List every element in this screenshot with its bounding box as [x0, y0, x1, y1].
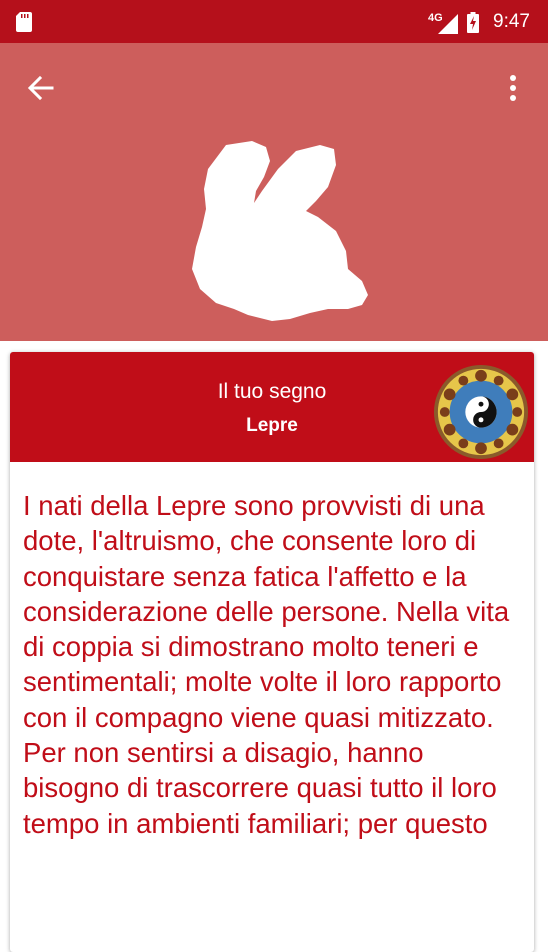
battery-charging-icon: [467, 12, 479, 33]
sign-card: Il tuo segno Lepre I nati della Lepre so…: [10, 352, 534, 952]
clock: 9:47: [493, 11, 530, 32]
sign-description: I nati della Lepre sono provvisti di una…: [23, 490, 510, 839]
more-vert-icon[interactable]: [498, 69, 528, 107]
card-header: Il tuo segno Lepre: [10, 352, 534, 462]
signal-icon: [438, 14, 458, 34]
arrow-back-icon[interactable]: [22, 69, 60, 107]
status-bar: 4G 9:47: [0, 0, 548, 43]
rabbit-icon: [192, 141, 368, 321]
app-bar: [0, 43, 548, 341]
chinese-zodiac-wheel-icon: [433, 364, 529, 460]
sd-card-icon: [16, 12, 32, 32]
